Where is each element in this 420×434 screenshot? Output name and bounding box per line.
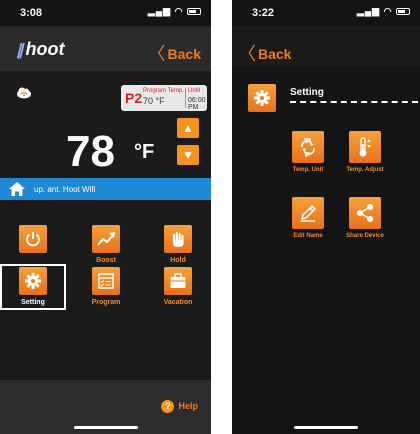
cloud-icon — [16, 86, 32, 104]
until-value: 06:00 PM — [188, 97, 206, 111]
device-bar: up. ant. Hoot Wifi — [0, 178, 211, 200]
settings-screen: 3:22 ▂▄▆ ◠ 〈 Back Setting Temp. Unit Temp… — [232, 0, 420, 434]
share-device-tile[interactable]: Share Device — [330, 197, 400, 239]
tile-label: Hold — [170, 257, 186, 264]
signal-icon: ▂▄▆ — [147, 6, 172, 16]
power-icon — [19, 225, 47, 253]
program-temp-value: 70 °F — [143, 96, 165, 106]
temp-up-button[interactable]: ▲ — [177, 118, 199, 138]
home-icon — [8, 181, 26, 199]
program-code: P2 — [125, 90, 143, 106]
program-temp-label: Program Temp. — [143, 88, 184, 94]
hold-tile[interactable]: Hold — [148, 225, 208, 265]
tile-label: Vacation — [163, 299, 193, 306]
wifi-icon: ◠ — [383, 6, 393, 16]
current-temperature: 78 — [66, 127, 115, 176]
gear-icon — [19, 267, 47, 295]
section-title: Setting — [290, 87, 324, 98]
system-icons: ▂▄▆ ◠ — [148, 6, 201, 17]
back-label: Back — [258, 46, 292, 62]
back-label: Back — [167, 46, 201, 62]
dashed-divider — [290, 101, 418, 103]
wifi-icon: ◠ — [174, 6, 184, 16]
power-tile[interactable] — [3, 225, 63, 265]
back-button[interactable]: 〈 Back — [148, 39, 201, 65]
tile-label: Setting — [21, 299, 45, 306]
tile-label: Temp. Adjust — [346, 167, 384, 173]
until-label: Until — [188, 88, 201, 94]
vacation-tile[interactable]: Vacation — [148, 267, 208, 307]
program-divider — [185, 88, 186, 108]
pencil-icon — [292, 197, 324, 229]
battery-icon — [187, 8, 201, 16]
logo-text: hoot — [25, 39, 65, 59]
tile-label: Share Device — [346, 233, 384, 239]
hand-icon — [164, 225, 192, 253]
triangle-down-icon: ▼ — [182, 148, 194, 162]
nav-bar: ∥ hoot 〈 Back — [0, 26, 211, 71]
chevron-left-icon: 〈 — [238, 44, 256, 64]
triangle-up-icon: ▲ — [182, 121, 194, 135]
back-button[interactable]: 〈 Back — [238, 39, 291, 65]
program-info: P2 Program Temp. 70 °F Until 06:00 PM — [121, 85, 207, 111]
status-bar: 3:08 ▂▄▆ ◠ — [0, 0, 211, 26]
chevron-left-icon: 〈 — [147, 44, 166, 64]
program-tile[interactable]: Program — [76, 267, 136, 307]
temp-adjust-tile[interactable]: Temp. Adjust — [330, 131, 400, 173]
thermometer-icon — [349, 131, 381, 163]
tile-label — [3, 257, 63, 265]
gear-icon — [248, 84, 276, 112]
tile-label: Program — [91, 299, 121, 306]
setting-tile[interactable]: Setting — [0, 264, 66, 310]
home-indicator — [294, 426, 358, 429]
boost-tile[interactable]: Boost — [76, 225, 136, 265]
app-logo: ∥ hoot — [16, 39, 64, 60]
status-bar: 3:22 ▂▄▆ ◠ — [232, 0, 420, 26]
owl-logo-icon: ∥ — [16, 42, 24, 59]
temperature-unit: °F — [134, 141, 155, 163]
thermostat-panel: P2 Program Temp. 70 °F Until 06:00 PM 78… — [0, 71, 211, 380]
trend-up-icon — [92, 225, 120, 253]
system-icons: ▂▄▆ ◠ — [357, 6, 410, 17]
device-name: up. ant. Hoot Wifi — [34, 185, 96, 194]
share-icon — [349, 197, 381, 229]
main-screen: 3:08 ▂▄▆ ◠ ∥hoot 〈Back P2 Program Temp — [0, 0, 211, 434]
battery-icon — [396, 8, 410, 16]
status-time: 3:08 — [20, 7, 43, 19]
help-button[interactable]: ? Help — [161, 400, 198, 413]
nav-bar: 〈 Back — [232, 26, 420, 66]
tile-label: Boost — [96, 257, 116, 264]
temp-down-button[interactable]: ▼ — [177, 145, 199, 165]
schedule-icon — [92, 267, 120, 295]
question-icon: ? — [161, 400, 175, 413]
suitcase-icon — [164, 267, 192, 295]
signal-icon: ▂▄▆ — [356, 6, 381, 16]
home-indicator — [73, 426, 138, 429]
bottom-bar: ? Help — [0, 380, 211, 434]
help-label: Help — [178, 401, 198, 411]
temp-unit-icon — [292, 131, 324, 163]
status-time: 3:22 — [252, 7, 275, 19]
